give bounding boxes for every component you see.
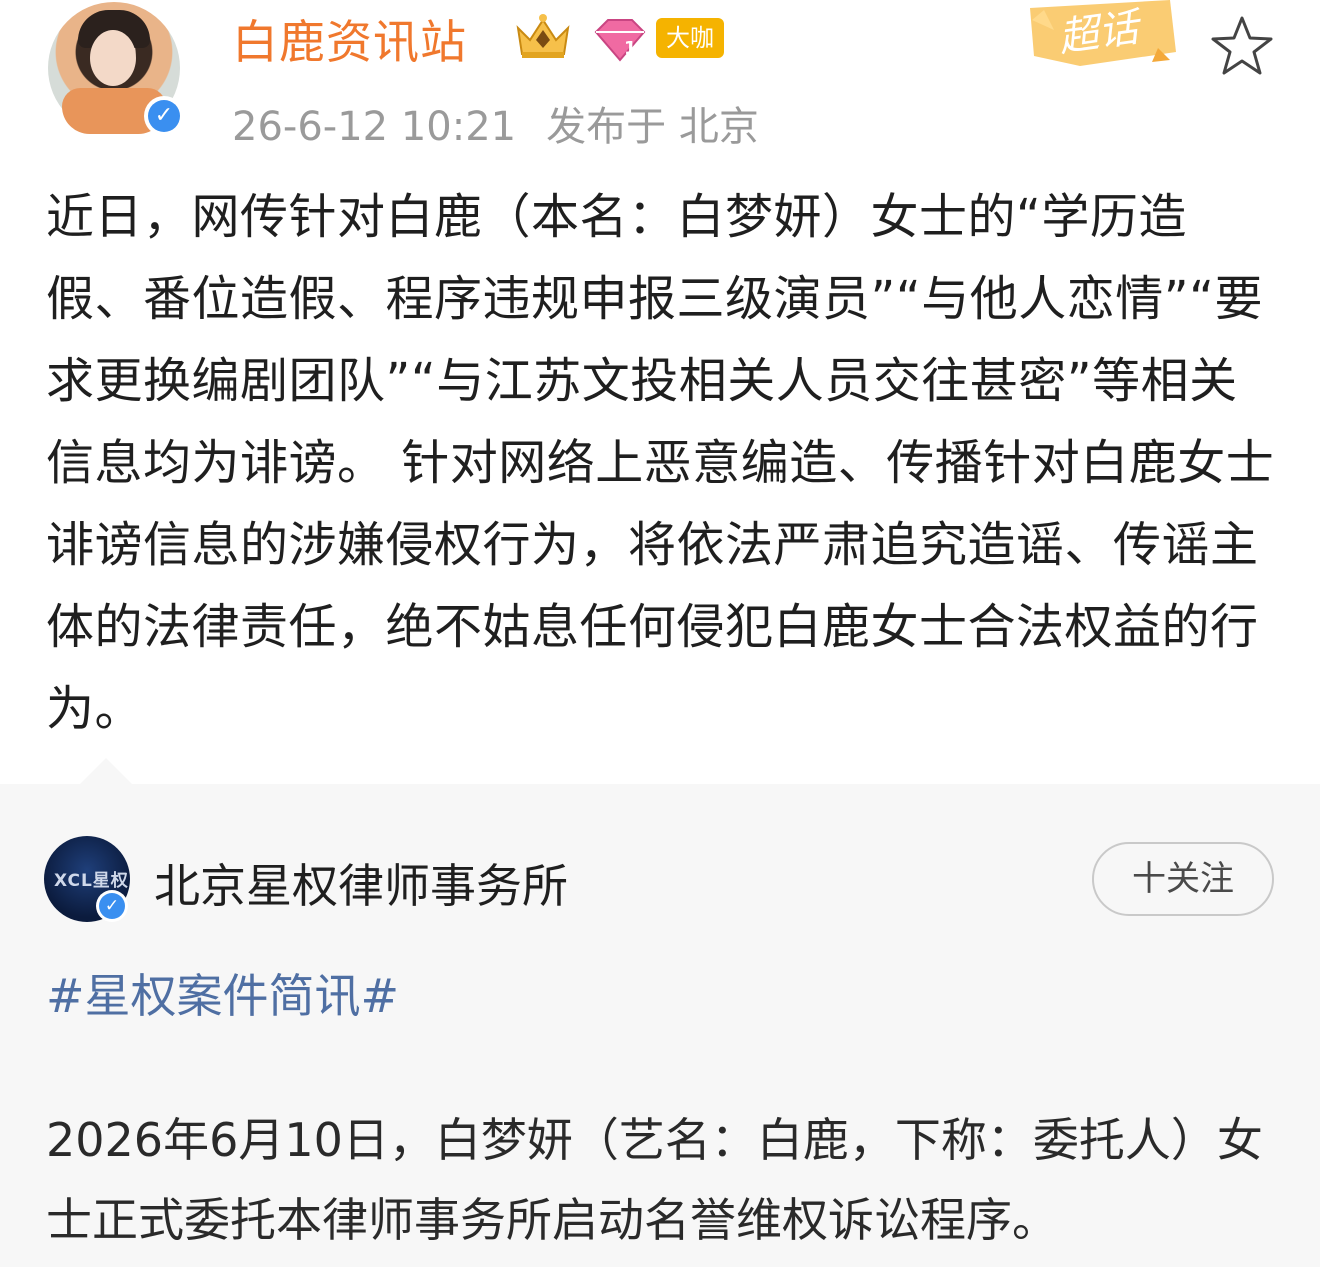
verified-icon: ✓ [144,96,184,136]
chaohua-label[interactable]: 超话 [1054,0,1142,63]
post-location: 发布于 北京 [546,104,759,150]
crown-badge-icon [516,14,570,58]
repost-text: 2026年6月10日，白梦妍（艺名：白鹿，下称：委托人）女士正式委托本律师事务所… [46,1113,1263,1247]
diamond-badge-icon: 11 [594,19,648,62]
follow-button[interactable]: 十关注 [1092,842,1274,916]
post-text: 近日，网传针对白鹿（本名：白梦妍）女士的“学历造假、番位造假、程序违规申报三级演… [46,189,1275,737]
hashtag-link[interactable]: #星权案件简讯# [46,960,399,1026]
repost-notch [80,758,132,784]
daka-badge: 大咖 [656,18,724,58]
svg-text:11: 11 [624,38,648,59]
repost-logo-text: XCL星权 [54,871,129,891]
avatar-face [90,30,136,86]
star-icon[interactable] [1208,12,1276,80]
post-meta: 26-6-12 10:21 发布于 北京 [232,94,759,152]
repost-verified-icon: ✓ [96,890,128,922]
post-header: ✓ 白鹿资讯站 11 大咖 超话 26-6-12 10:21 发布于 北京 [0,0,1320,160]
username[interactable]: 白鹿资讯站 [232,6,467,72]
repost-author-name[interactable]: 北京星权律师事务所 [154,850,568,916]
post-timestamp: 26-6-12 10:21 [232,104,517,150]
